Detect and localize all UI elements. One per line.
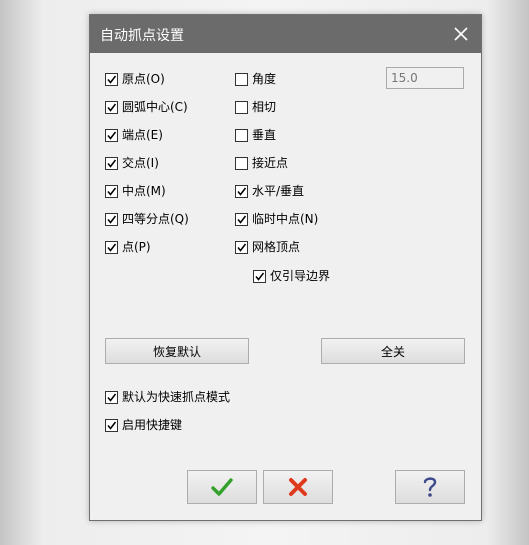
checkbox-label: 圆弧中心(C) bbox=[122, 100, 188, 114]
check-mark-icon bbox=[237, 243, 247, 252]
check-mark-icon bbox=[107, 131, 117, 140]
checkbox-box bbox=[235, 156, 248, 170]
checkbox-label: 端点(E) bbox=[122, 128, 163, 142]
checkbox-right-6[interactable]: 网格顶点 bbox=[235, 239, 300, 255]
checkbox-left-1[interactable]: 圆弧中心(C) bbox=[105, 99, 188, 115]
checkbox-right-2[interactable]: 垂直 bbox=[235, 127, 276, 143]
check-mark-icon bbox=[107, 103, 117, 112]
checkbox-box bbox=[235, 212, 248, 226]
checkbox-label: 点(P) bbox=[122, 240, 151, 254]
ok-button[interactable] bbox=[187, 470, 257, 504]
checkbox-label: 角度 bbox=[252, 72, 277, 86]
check-mark-icon bbox=[107, 393, 117, 402]
checkbox-label: 中点(M) bbox=[122, 184, 166, 198]
checkbox-bottom-0[interactable]: 默认为快速抓点模式 bbox=[105, 389, 230, 405]
checkbox-label: 交点(I) bbox=[122, 156, 159, 170]
check-mark-icon bbox=[107, 243, 117, 252]
checkbox-left-2[interactable]: 端点(E) bbox=[105, 127, 163, 143]
check-mark-icon bbox=[107, 421, 117, 430]
close-icon bbox=[454, 27, 468, 41]
checkbox-right-4[interactable]: 水平/垂直 bbox=[235, 183, 304, 199]
checkbox-left-0[interactable]: 原点(O) bbox=[105, 71, 165, 87]
checkbox-box bbox=[235, 184, 248, 198]
check-mark-icon bbox=[107, 159, 117, 168]
checkbox-box bbox=[105, 128, 118, 142]
checkbox-box bbox=[235, 128, 248, 142]
checkbox-box bbox=[105, 390, 118, 404]
checkbox-label: 四等分点(Q) bbox=[122, 212, 189, 226]
checkbox-box bbox=[105, 212, 118, 226]
checkbox-label: 仅引导边界 bbox=[270, 269, 331, 283]
checkbox-box bbox=[235, 72, 248, 86]
checkbox-right-0[interactable]: 角度 bbox=[235, 71, 276, 87]
titlebar: 自动抓点设置 bbox=[90, 15, 481, 53]
dialog-title: 自动抓点设置 bbox=[100, 28, 184, 44]
check-mark-icon bbox=[237, 215, 247, 224]
question-icon bbox=[423, 477, 437, 497]
checkbox-left-6[interactable]: 点(P) bbox=[105, 239, 151, 255]
checkbox-box bbox=[235, 240, 248, 254]
close-button[interactable] bbox=[441, 15, 481, 53]
checkbox-left-3[interactable]: 交点(I) bbox=[105, 155, 159, 171]
checkbox-label: 启用快捷键 bbox=[122, 418, 183, 432]
checkbox-label: 接近点 bbox=[252, 156, 289, 170]
check-mark-icon bbox=[255, 272, 265, 281]
checkbox-right-5[interactable]: 临时中点(N) bbox=[235, 211, 318, 227]
check-mark-icon bbox=[107, 75, 117, 84]
checkbox-label: 临时中点(N) bbox=[252, 212, 319, 226]
checkbox-label: 默认为快速抓点模式 bbox=[122, 390, 231, 404]
checkbox-box bbox=[105, 100, 118, 114]
check-mark-icon bbox=[107, 215, 117, 224]
checkbox-right-3[interactable]: 接近点 bbox=[235, 155, 288, 171]
restore-default-button[interactable]: 恢复默认 bbox=[105, 338, 249, 364]
checkbox-box bbox=[105, 156, 118, 170]
checkbox-box bbox=[105, 184, 118, 198]
check-mark-icon bbox=[107, 187, 117, 196]
select-all-button[interactable]: 全关 bbox=[321, 338, 465, 364]
checkbox-label: 原点(O) bbox=[122, 72, 165, 86]
checkbox-left-4[interactable]: 中点(M) bbox=[105, 183, 166, 199]
checkbox-right-1[interactable]: 相切 bbox=[235, 99, 276, 115]
checkbox-box bbox=[253, 269, 266, 283]
auto-snap-settings-dialog: 自动抓点设置 原点(O) 圆弧中心(C) 端点(E) 交点(I) 中点(M) 四等分点(Q… bbox=[89, 14, 482, 521]
checkbox-label: 水平/垂直 bbox=[252, 184, 305, 198]
checkbox-left-5[interactable]: 四等分点(Q) bbox=[105, 211, 189, 227]
checkbox-box bbox=[105, 72, 118, 86]
checkbox-label: 相切 bbox=[252, 100, 277, 114]
checkbox-box bbox=[105, 240, 118, 254]
checkbox-label: 网格顶点 bbox=[252, 240, 301, 254]
checkbox-label: 垂直 bbox=[252, 128, 277, 142]
checkbox-box bbox=[235, 100, 248, 114]
check-mark-icon bbox=[237, 187, 247, 196]
x-icon bbox=[289, 478, 307, 496]
angle-input[interactable]: 15.0 bbox=[386, 67, 464, 89]
help-button[interactable] bbox=[395, 470, 465, 504]
checkbox-box bbox=[105, 418, 118, 432]
checkbox-guide-boundary-only[interactable]: 仅引导边界 bbox=[253, 268, 330, 284]
checkbox-bottom-1[interactable]: 启用快捷键 bbox=[105, 417, 182, 433]
checkmark-icon bbox=[211, 478, 233, 496]
cancel-button[interactable] bbox=[263, 470, 333, 504]
